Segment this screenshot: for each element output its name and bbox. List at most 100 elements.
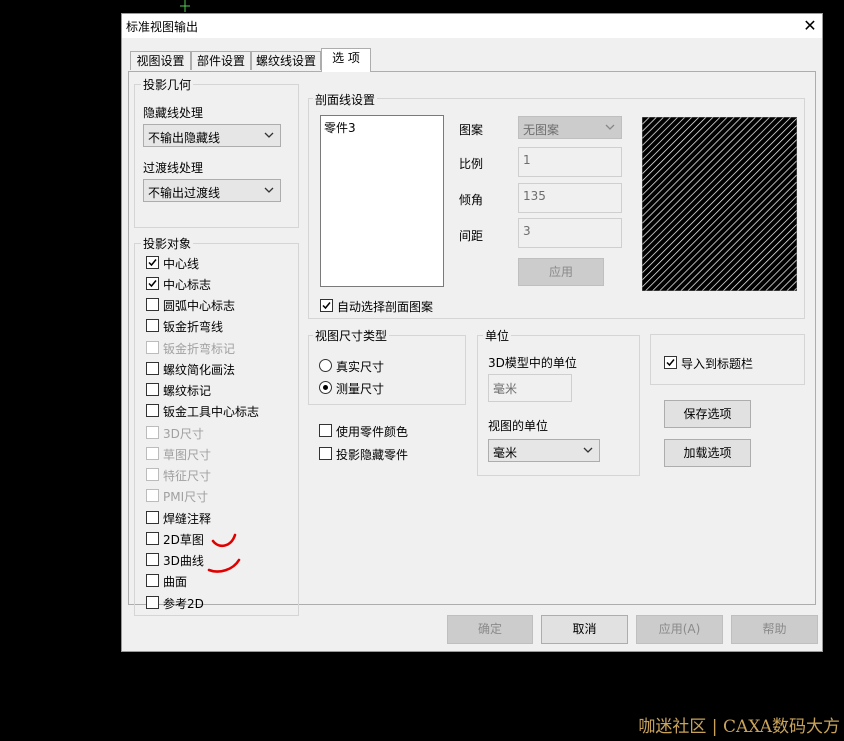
transition-line-label: 过渡线处理 (143, 161, 204, 175)
pattern-label: 图案 (459, 123, 484, 137)
checkbox-label: 2D草图 (163, 533, 204, 547)
checkbox-box[interactable] (146, 447, 159, 460)
check-icon (148, 259, 157, 267)
checkbox-box[interactable] (146, 298, 159, 311)
tab-thread-settings[interactable]: 螺纹线设置 (251, 51, 321, 70)
apply-button[interactable]: 应用(A) (636, 615, 723, 644)
project-hidden-parts-checkbox[interactable]: 投影隐藏零件 (319, 444, 469, 464)
spacing-label: 间距 (459, 229, 484, 243)
transition-line-select[interactable]: 不输出过渡线 (143, 179, 281, 202)
help-button[interactable]: 帮助 (731, 615, 818, 644)
hidden-line-select[interactable]: 不输出隐藏线 (143, 124, 281, 147)
projection-object-checkbox[interactable]: 钣金工具中心标志 (146, 401, 296, 421)
checkbox-box[interactable] (146, 511, 159, 524)
angle-input[interactable]: 135 (518, 183, 622, 213)
radio-real-size[interactable]: 真实尺寸 (319, 357, 439, 375)
close-button[interactable]: ✕ (798, 14, 822, 38)
import-titlebar-checkbox[interactable]: 导入到标题栏 (664, 353, 794, 373)
chevron-down-icon (264, 187, 274, 193)
checkbox-label: 中心标志 (163, 278, 212, 292)
checkbox-box[interactable] (146, 256, 159, 269)
checkbox-box[interactable] (146, 319, 159, 332)
radio-circle[interactable] (319, 381, 332, 394)
model-unit-input[interactable]: 毫米 (488, 374, 572, 402)
title-bar: 标准视图输出 ✕ (122, 14, 822, 38)
checkbox-label: 钣金折弯线 (163, 320, 224, 334)
scale-input[interactable]: 1 (518, 147, 622, 177)
auto-select-pattern-checkbox[interactable]: 自动选择剖面图案 (320, 296, 520, 316)
use-part-color-checkbox[interactable]: 使用零件颜色 (319, 421, 469, 441)
projection-object-checkbox[interactable]: 草图尺寸 (146, 444, 296, 464)
checkbox-label: 钣金折弯标记 (163, 342, 236, 356)
spacing-input[interactable]: 3 (518, 218, 622, 248)
scale-label: 比例 (459, 157, 484, 171)
checkbox-box[interactable] (146, 404, 159, 417)
list-item[interactable]: 零件3 (324, 119, 356, 136)
checkbox-box[interactable] (146, 383, 159, 396)
checkbox-box[interactable] (146, 596, 159, 609)
checkbox-box[interactable] (146, 574, 159, 587)
projection-object-checkbox[interactable]: 钣金折弯线 (146, 316, 296, 336)
checkbox-box[interactable] (320, 299, 333, 312)
projection-object-checkbox[interactable]: 焊缝注释 (146, 508, 296, 528)
ok-button[interactable]: 确定 (447, 615, 533, 644)
projection-object-checkbox[interactable]: 参考2D (146, 593, 296, 613)
projection-object-checkbox[interactable]: 圆弧中心标志 (146, 295, 296, 315)
checkbox-label: 焊缝注释 (163, 512, 212, 526)
checkbox-box[interactable] (146, 341, 159, 354)
check-icon (322, 302, 331, 310)
radio-measured-size[interactable]: 测量尺寸 (319, 379, 439, 397)
checkbox-box[interactable] (319, 447, 332, 460)
tab-part-settings[interactable]: 部件设置 (191, 51, 251, 70)
watermark: 咖迷社区 | CAXA数码大方 (638, 717, 840, 737)
checkbox-label: 圆弧中心标志 (163, 299, 236, 313)
checkbox-box[interactable] (146, 362, 159, 375)
units-title: 单位 (483, 327, 512, 344)
dim-type-title: 视图尺寸类型 (313, 327, 390, 344)
projection-object-checkbox[interactable]: 螺纹简化画法 (146, 359, 296, 379)
checkbox-box[interactable] (146, 277, 159, 290)
crosshair-icon (180, 0, 190, 12)
projection-object-checkbox[interactable]: 中心标志 (146, 274, 296, 294)
checkbox-box[interactable] (146, 468, 159, 481)
view-unit-select[interactable]: 毫米 (488, 439, 600, 462)
checkbox-label: 螺纹标记 (163, 384, 212, 398)
model-unit-label: 3D模型中的单位 (488, 356, 577, 370)
pattern-select[interactable]: 无图案 (518, 116, 622, 139)
apply-pattern-button[interactable]: 应用 (518, 258, 604, 286)
projection-object-checkbox[interactable]: 3D尺寸 (146, 423, 296, 443)
checkbox-box[interactable] (319, 424, 332, 437)
checkbox-box[interactable] (146, 489, 159, 502)
checkbox-box[interactable] (146, 553, 159, 566)
chevron-down-icon (583, 447, 593, 453)
save-options-button[interactable]: 保存选项 (664, 400, 751, 428)
projection-object-checkbox[interactable]: 螺纹标记 (146, 380, 296, 400)
hidden-line-label: 隐藏线处理 (143, 106, 204, 120)
dialog-title: 标准视图输出 (126, 20, 199, 34)
checkbox-label: PMI尺寸 (163, 490, 209, 504)
projection-object-checkbox[interactable]: 钣金折弯标记 (146, 338, 296, 358)
section-settings-title: 剖面线设置 (313, 91, 378, 108)
chevron-down-icon (605, 124, 615, 130)
radio-circle[interactable] (319, 359, 332, 372)
tab-options[interactable]: 选 项 (321, 48, 371, 72)
tab-view-settings[interactable]: 视图设置 (130, 51, 191, 70)
projection-object-checkbox[interactable]: 中心线 (146, 253, 296, 273)
checkbox-box[interactable] (146, 532, 159, 545)
checkbox-box[interactable] (664, 356, 677, 369)
checkbox-label: 钣金工具中心标志 (163, 405, 260, 419)
check-icon (148, 280, 157, 288)
view-unit-label: 视图的单位 (488, 419, 549, 433)
checkbox-label: 3D曲线 (163, 554, 204, 568)
checkbox-label: 特征尺寸 (163, 469, 212, 483)
projection-object-checkbox[interactable]: 特征尺寸 (146, 465, 296, 485)
checkbox-box[interactable] (146, 426, 159, 439)
cancel-button[interactable]: 取消 (541, 615, 628, 644)
projection-object-checkbox[interactable]: PMI尺寸 (146, 486, 296, 506)
annotation-marks (207, 533, 241, 573)
annotation-stroke (211, 533, 237, 548)
angle-label: 倾角 (459, 193, 484, 207)
load-options-button[interactable]: 加载选项 (664, 439, 751, 467)
checkbox-label: 草图尺寸 (163, 448, 212, 462)
part-list[interactable]: 零件3 (320, 115, 444, 287)
